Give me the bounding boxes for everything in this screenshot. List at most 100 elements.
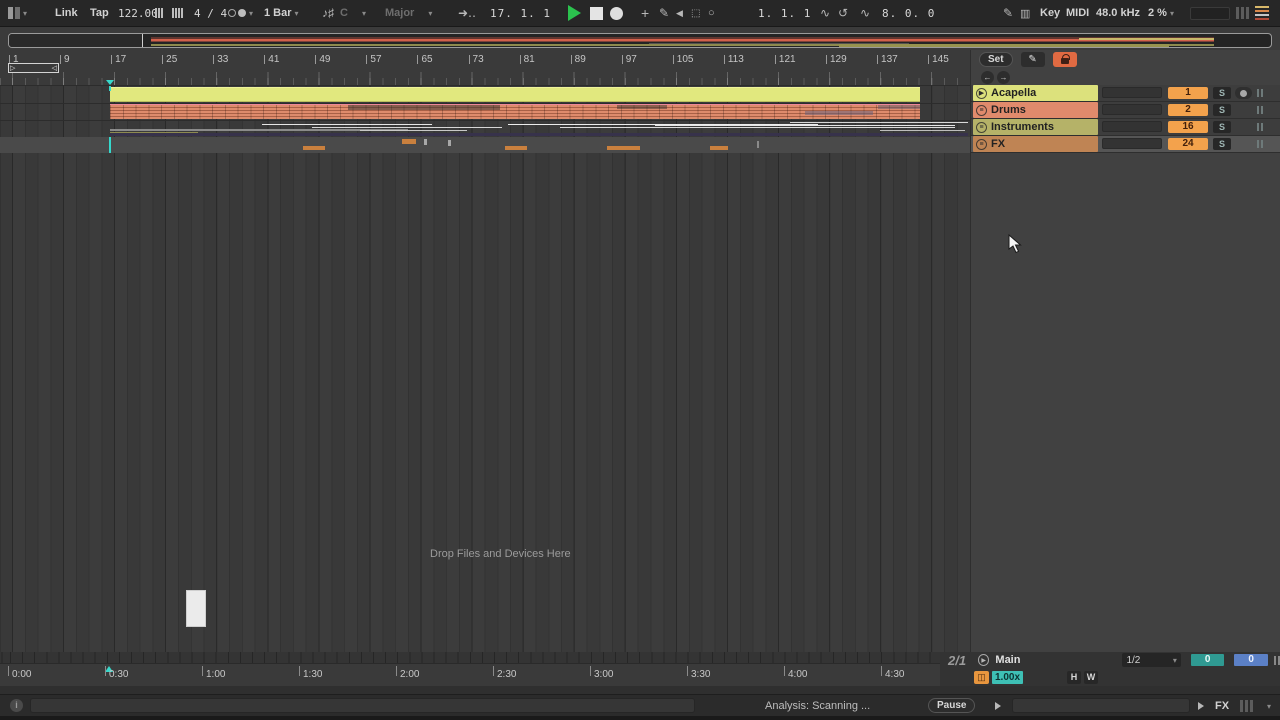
clip[interactable]: [805, 111, 873, 115]
clip[interactable]: [348, 105, 500, 110]
solo-button[interactable]: S: [1213, 138, 1231, 150]
notification-menu-icon[interactable]: [1255, 0, 1269, 26]
overview-view-box[interactable]: [9, 34, 143, 47]
draw-automation-button[interactable]: ✎: [1020, 52, 1045, 67]
clip[interactable]: [757, 141, 759, 148]
loop-start-field[interactable]: 1. 1. 1: [758, 7, 811, 20]
nudge-up-icon[interactable]: [172, 0, 183, 26]
grid-select[interactable]: 1/2 ▾: [1122, 653, 1181, 667]
punch-icon[interactable]: ∿: [860, 0, 870, 26]
clip[interactable]: [790, 122, 968, 123]
arrangement-tracks[interactable]: [0, 85, 970, 154]
time-signature-field[interactable]: 4 / 4: [194, 7, 227, 20]
teal-value-box[interactable]: 0: [1190, 654, 1225, 666]
cpu-load-select[interactable]: 2 %: [1148, 7, 1167, 19]
pause-button[interactable]: Pause: [928, 698, 976, 713]
track-header-instruments[interactable]: ≡ Instruments 16 S: [971, 119, 1280, 136]
fx-track-lane[interactable]: [0, 137, 970, 154]
track-header-acapella[interactable]: ▶ Acapella 1 S: [971, 85, 1280, 102]
clip[interactable]: [312, 127, 502, 128]
lock-envelopes-button[interactable]: [1052, 52, 1077, 67]
info-icon[interactable]: i: [10, 699, 23, 712]
clip[interactable]: [303, 146, 325, 150]
clip[interactable]: [360, 130, 467, 131]
optimize-view-button[interactable]: ◫: [974, 670, 989, 684]
fade-icon[interactable]: ∿: [820, 0, 830, 26]
track-io-box[interactable]: [1102, 121, 1162, 132]
clip[interactable]: [448, 140, 451, 146]
insert-marker-icon[interactable]: +: [641, 0, 649, 26]
blue-value-box[interactable]: 0: [1234, 654, 1268, 666]
groove-icon[interactable]: ▾: [228, 0, 253, 26]
arrangement-empty-area[interactable]: Drop Files and Devices Here: [0, 153, 970, 652]
arrangement-overview[interactable]: [8, 33, 1272, 48]
track-number-badge[interactable]: 16: [1168, 121, 1208, 133]
nav-right-button[interactable]: →: [997, 71, 1010, 84]
nudge-down-icon[interactable]: [155, 0, 163, 26]
playhead-marker[interactable]: [106, 80, 114, 85]
loop-marker-icon[interactable]: ○: [708, 0, 715, 26]
clip[interactable]: [880, 130, 965, 131]
punch-length-field[interactable]: 8. 0. 0: [882, 7, 935, 20]
clip[interactable]: [110, 133, 968, 136]
scale-icon[interactable]: ♪♯: [322, 0, 334, 26]
group-circle-icon[interactable]: ≡: [976, 121, 987, 133]
zoom-level-field[interactable]: 1.00x: [992, 670, 1024, 684]
key-scale-select[interactable]: Major: [385, 7, 414, 19]
cue-play-icon[interactable]: [1198, 702, 1204, 710]
fx-toggle[interactable]: FX: [1215, 700, 1229, 712]
playhead-line[interactable]: [109, 137, 111, 154]
track-header-fx[interactable]: ≡ FX 24 S: [971, 136, 1280, 153]
playhead-line[interactable]: [109, 86, 111, 91]
set-button[interactable]: Set: [979, 52, 1013, 67]
clip[interactable]: [560, 127, 955, 128]
track-header-drums[interactable]: ≡ Drums 2 S: [971, 102, 1280, 119]
piano-icon[interactable]: ▥: [1020, 0, 1030, 26]
clip[interactable]: [505, 146, 527, 150]
clip[interactable]: [617, 105, 667, 109]
track-io-box[interactable]: [1102, 138, 1162, 149]
quantize-select[interactable]: 1 Bar: [264, 7, 292, 19]
loop-brace[interactable]: ▷ ◁: [8, 63, 59, 73]
stop-button[interactable]: [590, 0, 603, 26]
track-nameplate[interactable]: ≡ Instruments: [973, 119, 1098, 135]
group-circle-icon[interactable]: ≡: [976, 104, 987, 116]
loop-switch-icon[interactable]: ↺: [838, 0, 848, 26]
clip[interactable]: [607, 146, 640, 150]
main-play-icon[interactable]: ▶: [978, 654, 990, 666]
selected-empty-clip[interactable]: [186, 590, 206, 627]
time-ruler[interactable]: 0:00 0:30 1:00 1:30 2:00 2:30 3:00 3:30 4:00 4:30: [0, 664, 940, 686]
arrangement-position-field[interactable]: 17. 1. 1: [490, 7, 551, 20]
panel-toggle-icon[interactable]: ▾: [8, 0, 27, 26]
track-number-badge[interactable]: 24: [1168, 138, 1208, 150]
pencil-icon[interactable]: ✎: [1003, 0, 1013, 26]
clip[interactable]: [655, 125, 955, 126]
track-number-badge[interactable]: 2: [1168, 104, 1208, 116]
clip[interactable]: [262, 124, 432, 125]
clip[interactable]: [402, 139, 416, 144]
track-nameplate[interactable]: ≡ FX: [973, 136, 1098, 152]
track-number-badge[interactable]: 1: [1168, 87, 1208, 99]
clip-drums[interactable]: [110, 104, 920, 119]
main-scene-label[interactable]: Main: [995, 654, 1020, 666]
tap-button[interactable]: Tap: [90, 7, 109, 19]
track-io-box[interactable]: [1102, 87, 1162, 98]
zoom-width-button[interactable]: W: [1084, 670, 1099, 684]
play-circle-icon[interactable]: ▶: [976, 87, 987, 99]
play-button[interactable]: [568, 0, 581, 26]
clip[interactable]: [878, 105, 920, 109]
nav-left-button[interactable]: ←: [981, 71, 994, 84]
key-map-button[interactable]: Key: [1040, 7, 1060, 19]
draw-mode-icon[interactable]: ✎: [659, 0, 669, 26]
bar-ruler[interactable]: ▷ ◁ 1 9 17 25 33 41 49 57 65 73 81 89 97 105 113 121 129 1…: [0, 50, 970, 85]
zoom-height-button[interactable]: H: [1067, 670, 1082, 684]
track-nameplate[interactable]: ▶ Acapella: [973, 85, 1098, 101]
track-io-box[interactable]: [1102, 104, 1162, 115]
group-circle-icon[interactable]: ≡: [976, 138, 987, 150]
record-button[interactable]: [610, 0, 623, 26]
link-button[interactable]: Link: [55, 7, 78, 19]
clip[interactable]: [424, 139, 427, 145]
solo-button[interactable]: S: [1213, 87, 1231, 99]
follow-icon[interactable]: ➜‥: [458, 0, 476, 26]
clip[interactable]: [710, 146, 728, 150]
